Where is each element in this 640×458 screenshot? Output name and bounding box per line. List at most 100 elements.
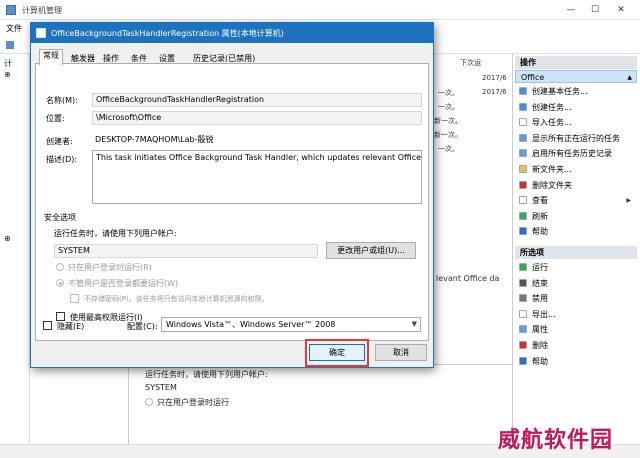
action-item[interactable]: 禁用 <box>519 293 637 305</box>
description-field[interactable]: This task initiates Office Background Ta… <box>92 150 422 204</box>
radio-run-whether-logged-on-label: 不管用户是否登录都要运行(W) <box>68 279 179 288</box>
task-detail-pane: 运行任务时，请使用下列用户帐户: SYSTEM 只在用户登录时运行 <box>128 364 512 444</box>
new-folder-icon <box>519 165 527 173</box>
action-item[interactable]: 结束 <box>519 278 637 290</box>
maximize-icon[interactable]: ☐ <box>586 3 604 17</box>
tree-expand-icon[interactable]: ⊕ <box>4 234 11 243</box>
task-icon <box>36 28 46 38</box>
author-field[interactable]: DESKTOP-7MAQHOM\Lab-殷锐 <box>92 134 422 148</box>
action-item-label: 删除文件夹 <box>532 180 572 190</box>
chevron-down-icon: ▼ <box>411 320 417 328</box>
radio-logged-on-only-label: 只在用户登录时运行(R) <box>68 263 152 272</box>
name-field[interactable]: OfficeBackgroundTaskHandlerRegistration <box>92 93 422 107</box>
action-item[interactable]: 创建基本任务... <box>519 86 637 98</box>
history-icon <box>519 149 527 158</box>
computer-management-icon <box>6 5 16 15</box>
tree-expand-icon[interactable]: ⊕ <box>4 70 11 79</box>
change-user-button[interactable]: 更改用户或组(U)... <box>326 242 416 259</box>
selected-item-section-header: 所选项 <box>515 246 637 259</box>
action-item-label: 运行 <box>532 263 548 272</box>
next-run-column-header[interactable]: 下次运 <box>460 58 481 68</box>
action-item-label: 帮助 <box>532 356 548 366</box>
configure-for-select[interactable]: Windows Vista™、Windows Server™ 2008 ▼ <box>161 317 421 332</box>
action-item-label: 帮助 <box>532 227 548 237</box>
action-item[interactable]: 刷新 <box>519 211 637 223</box>
tab-1[interactable]: 常规 <box>39 49 63 65</box>
detail-radio-logged-on-label: 只在用户登录时运行 <box>157 398 229 407</box>
properties-icon <box>519 325 527 334</box>
submenu-arrow-icon: ▶ <box>626 197 631 205</box>
delete-icon <box>519 341 527 349</box>
run-icon <box>519 263 527 271</box>
action-item[interactable]: 帮助 <box>519 356 637 368</box>
help-icon <box>519 356 527 365</box>
list-cell-text: 一次。 <box>438 89 459 97</box>
action-item[interactable]: 属性 <box>519 324 637 336</box>
action-item[interactable]: 导出... <box>519 309 637 321</box>
description-label: 描述(D): <box>46 155 78 164</box>
location-label: 位置: <box>46 114 65 123</box>
action-item-label: 新文件夹... <box>532 165 572 174</box>
do-not-store-password-checkbox[interactable] <box>70 294 79 303</box>
main-titlebar: 计算机管理 — ☐ ✕ <box>0 0 640 20</box>
list-cell-date: 2017/6 <box>482 74 507 82</box>
detail-radio-logged-on[interactable] <box>145 398 153 406</box>
action-item-label: 启用所有任务历史记录 <box>532 149 612 159</box>
stop-icon <box>519 278 527 287</box>
name-label: 名称(M): <box>46 96 78 105</box>
action-item[interactable]: 显示所有正在运行的任务 <box>519 133 637 145</box>
cancel-button[interactable]: 取消 <box>375 344 427 361</box>
location-field[interactable]: \Microsoft\Office <box>92 111 422 125</box>
action-item-label: 查看 <box>532 196 548 206</box>
action-item[interactable]: 新文件夹... <box>519 164 637 176</box>
action-item-label: 刷新 <box>532 211 548 221</box>
list-cell-text: 新一次。 <box>434 131 462 139</box>
action-item[interactable]: 删除文件夹 <box>519 180 637 192</box>
radio-logged-on-only[interactable] <box>56 263 64 271</box>
actions-selected-folder[interactable]: Office ▲ <box>515 70 637 83</box>
action-item-label: 导入任务... <box>532 118 572 128</box>
watermark: 威航软件园 <box>498 427 614 453</box>
list-cell-text: 一次。 <box>438 145 459 153</box>
hidden-label: 隐藏(E) <box>57 322 85 331</box>
highest-privileges-checkbox[interactable] <box>56 312 65 321</box>
list-cell-text: 新一次。 <box>434 117 462 125</box>
configure-for-value: Windows Vista™、Windows Server™ 2008 <box>166 320 336 329</box>
action-item[interactable]: 运行 <box>519 262 637 274</box>
create-basic-task-icon <box>519 87 527 95</box>
back-icon[interactable] <box>6 41 14 49</box>
action-item[interactable]: 创建任务... <box>519 102 637 114</box>
run-as-account-field: SYSTEM <box>54 244 318 258</box>
action-item[interactable]: 导入任务... <box>519 117 637 129</box>
hidden-checkbox[interactable] <box>43 321 52 330</box>
refresh-icon <box>519 211 527 220</box>
tree-node-computer[interactable]: 计 <box>4 58 12 69</box>
detail-account-value: SYSTEM <box>145 383 177 392</box>
do-not-store-password-label: 不存储密码(P)。该任务将只有访问本地计算机资源的权限。 <box>84 295 269 303</box>
action-item-label: 结束 <box>532 278 548 288</box>
action-item-label: 创建基本任务... <box>532 87 588 96</box>
disable-icon <box>519 294 527 303</box>
run-as-label: 运行任务时，请使用下列用户帐户: <box>54 229 177 238</box>
action-item[interactable]: 帮助 <box>519 226 637 238</box>
menu-file[interactable]: 文件 <box>6 23 22 34</box>
author-label: 创建者: <box>46 137 73 146</box>
ok-button-highlight <box>305 339 369 367</box>
radio-run-whether-logged-on[interactable] <box>56 279 64 287</box>
minimize-icon[interactable]: — <box>562 3 580 17</box>
export-icon <box>519 309 527 318</box>
action-item[interactable]: 启用所有任务历史记录 <box>519 148 637 160</box>
close-icon[interactable]: ✕ <box>612 3 630 17</box>
task-properties-dialog: OfficeBackgroundTaskHandlerRegistration … <box>30 22 434 368</box>
dialog-titlebar[interactable]: OfficeBackgroundTaskHandlerRegistration … <box>31 23 433 43</box>
collapse-icon[interactable]: ▲ <box>627 71 632 84</box>
dialog-tabs: 常规 触发器 操作 条件 设置 历史记录(已禁用) <box>35 49 431 65</box>
action-item[interactable]: 删除 <box>519 340 637 352</box>
action-item-label: 显示所有正在运行的任务 <box>532 133 620 143</box>
action-item[interactable]: 查看 ▶ <box>519 195 637 207</box>
main-window-title: 计算机管理 <box>22 6 62 15</box>
list-cell-date: 2017/6 <box>482 88 507 96</box>
delete-folder-icon <box>519 180 527 189</box>
action-item-label: 删除 <box>532 341 548 350</box>
action-item-label: 禁用 <box>532 294 548 304</box>
